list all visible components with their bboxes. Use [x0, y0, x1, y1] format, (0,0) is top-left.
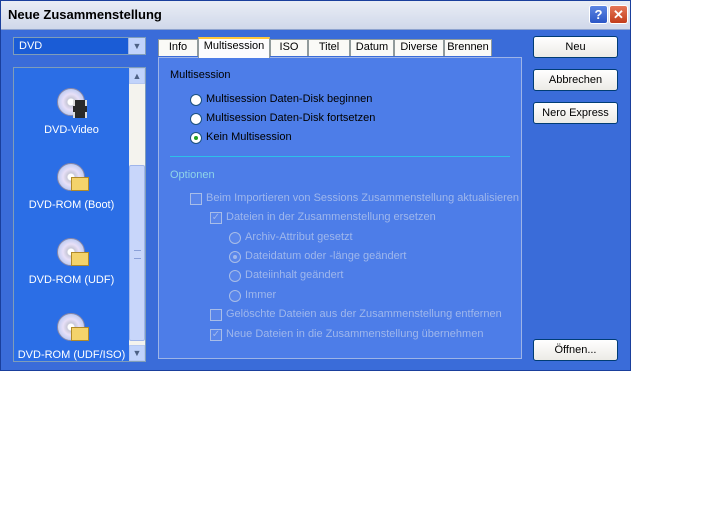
- radio-continue-multisession-label[interactable]: Multisession Daten-Disk fortsetzen: [206, 112, 375, 124]
- radio-start-multisession[interactable]: [190, 94, 202, 106]
- radio-always[interactable]: [229, 290, 241, 302]
- open-button[interactable]: Öffnen...: [533, 339, 618, 361]
- new-button[interactable]: Neu: [533, 36, 618, 58]
- list-item-dvd-rom-udf[interactable]: DVD-ROM (UDF): [14, 236, 129, 286]
- checkbox-import-update-label[interactable]: Beim Importieren von Sessions Zusammenst…: [206, 192, 519, 204]
- list-item-label: DVD-ROM (UDF): [28, 274, 115, 286]
- list-item-label: DVD-Video: [44, 124, 99, 136]
- radio-always-label[interactable]: Immer: [245, 289, 276, 301]
- list-item-label: DVD-ROM (UDF/ISO): [17, 349, 126, 361]
- radio-content-changed[interactable]: [229, 270, 241, 282]
- radio-date-length-changed-label[interactable]: Dateidatum oder -länge geändert: [245, 250, 406, 262]
- dvd-video-icon: [55, 86, 89, 120]
- tab-titel[interactable]: Titel: [308, 39, 350, 56]
- close-button[interactable]: ✕: [609, 5, 628, 24]
- tab-diverse[interactable]: Diverse: [394, 39, 444, 56]
- disc-type-select[interactable]: DVD ▼: [13, 37, 146, 55]
- radio-no-multisession[interactable]: [190, 132, 202, 144]
- radio-date-length-changed[interactable]: [229, 251, 241, 263]
- list-item-dvd-rom-udf-iso[interactable]: DVD-ROM (UDF/ISO): [14, 311, 129, 361]
- dvd-rom-udf-icon: [55, 236, 89, 270]
- checkbox-take-new-label[interactable]: Neue Dateien in die Zusammenstellung übe…: [226, 328, 483, 340]
- list-item-dvd-rom-boot[interactable]: DVD-ROM (Boot): [14, 161, 129, 211]
- scroll-thumb[interactable]: [129, 165, 145, 341]
- list-scrollbar[interactable]: ▲ ▼: [129, 68, 145, 361]
- title-bar[interactable]: Neue Zusammenstellung ? ✕: [1, 1, 630, 30]
- checkbox-take-new[interactable]: ✓: [210, 329, 222, 341]
- radio-no-multisession-label[interactable]: Kein Multisession: [206, 131, 292, 143]
- tab-brennen[interactable]: Brennen: [444, 39, 492, 56]
- nero-express-button[interactable]: Nero Express: [533, 102, 618, 124]
- dialog-window: Neue Zusammenstellung ? ✕ DVD ▼ DVD-Vide…: [0, 0, 631, 371]
- scroll-up-icon[interactable]: ▲: [129, 68, 145, 84]
- list-item-label: DVD-ROM (Boot): [28, 199, 115, 211]
- radio-content-changed-label[interactable]: Dateiinhalt geändert: [245, 269, 343, 281]
- disc-type-value: DVD: [19, 40, 43, 52]
- window-title: Neue Zusammenstellung: [8, 7, 162, 22]
- scroll-down-icon[interactable]: ▼: [129, 345, 145, 361]
- checkbox-replace-files[interactable]: ✓: [210, 212, 222, 224]
- radio-continue-multisession[interactable]: [190, 113, 202, 125]
- checkbox-remove-deleted[interactable]: [210, 309, 222, 321]
- dvd-rom-udf-iso-icon: [55, 311, 89, 345]
- chevron-down-icon[interactable]: ▼: [128, 38, 145, 54]
- radio-archive-attribute-label[interactable]: Archiv-Attribut gesetzt: [245, 231, 353, 243]
- help-button[interactable]: ?: [589, 5, 608, 24]
- tab-info[interactable]: Info: [158, 39, 198, 56]
- section-divider: [170, 156, 510, 157]
- checkbox-replace-files-label[interactable]: Dateien in der Zusammenstellung ersetzen: [226, 211, 436, 223]
- tab-iso[interactable]: ISO: [270, 39, 308, 56]
- cancel-button[interactable]: Abbrechen: [533, 69, 618, 91]
- options-heading: Optionen: [170, 169, 215, 181]
- multisession-heading: Multisession: [170, 69, 231, 81]
- tab-datum[interactable]: Datum: [350, 39, 394, 56]
- radio-start-multisession-label[interactable]: Multisession Daten-Disk beginnen: [206, 93, 372, 105]
- multisession-panel: Multisession Multisession Daten-Disk beg…: [158, 57, 522, 359]
- tab-multisession[interactable]: Multisession: [198, 37, 270, 58]
- radio-archive-attribute[interactable]: [229, 232, 241, 244]
- compilation-type-list[interactable]: DVD-Video DVD-ROM (Boot) DVD-ROM (UDF) D…: [13, 67, 146, 362]
- checkbox-remove-deleted-label[interactable]: Gelöschte Dateien aus der Zusammenstellu…: [226, 308, 502, 320]
- dvd-rom-boot-icon: [55, 161, 89, 195]
- checkbox-import-update[interactable]: [190, 193, 202, 205]
- list-item-dvd-video[interactable]: DVD-Video: [14, 86, 129, 136]
